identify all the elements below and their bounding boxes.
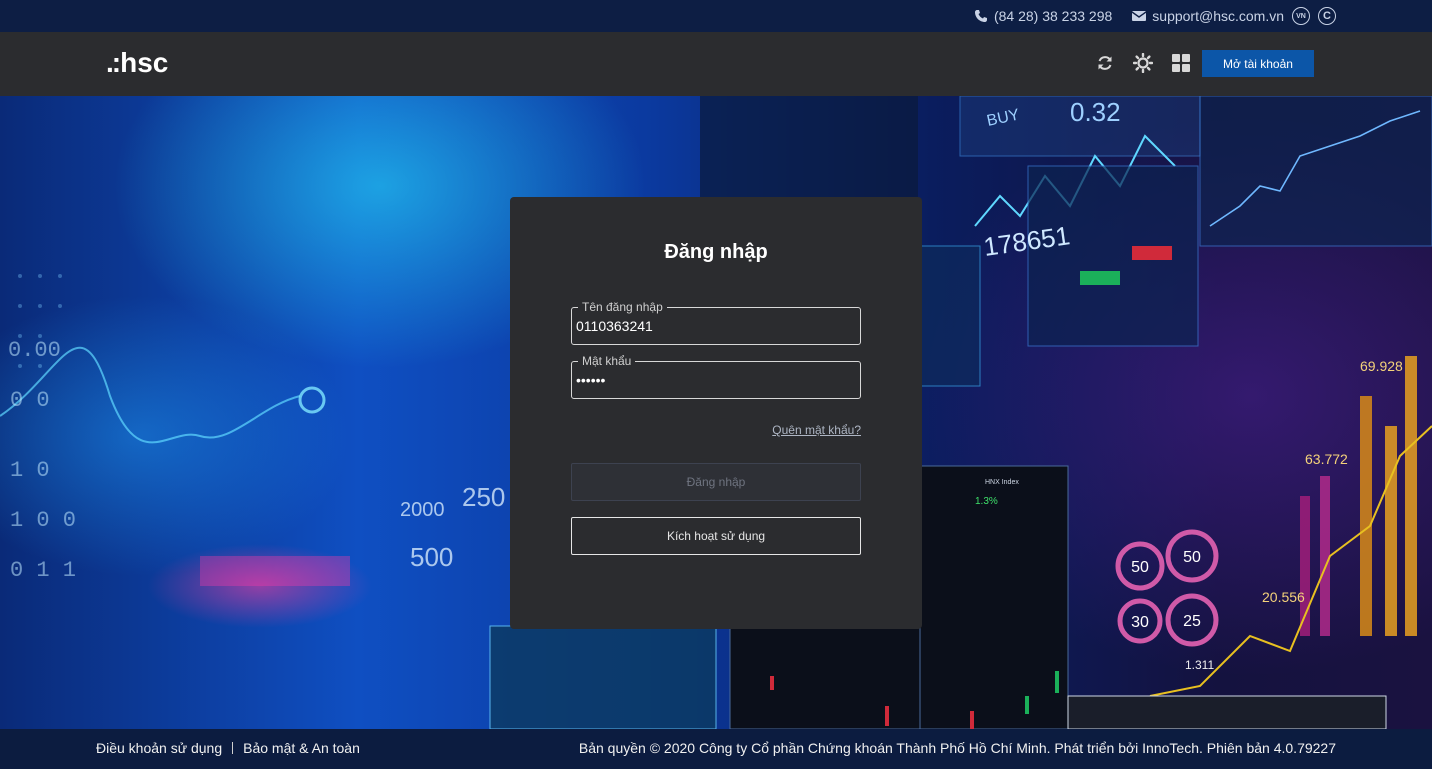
activate-button[interactable]: Kích hoạt sử dụng (571, 517, 861, 555)
svg-text:69.928: 69.928 (1360, 358, 1403, 374)
header-tools (1094, 52, 1192, 74)
copyright-icon[interactable]: C (1318, 7, 1336, 25)
svg-text:2000: 2000 (400, 499, 445, 521)
svg-text:50: 50 (1131, 559, 1149, 576)
footer-divider (232, 742, 234, 754)
login-card: Đăng nhập Tên đăng nhập 0110363241 Mật k… (510, 197, 922, 629)
hsc-logo[interactable]: .:hsc (106, 47, 168, 79)
terms-link[interactable]: Điều khoản sử dụng (96, 740, 222, 756)
svg-text:HNX Index: HNX Index (985, 479, 1019, 486)
svg-text:1 0 0: 1 0 0 (10, 508, 76, 533)
email-address: support@hsc.com.vn (1152, 8, 1284, 24)
open-account-button[interactable]: Mở tài khoản (1202, 50, 1314, 77)
svg-text:30: 30 (1131, 614, 1149, 631)
contact-bar: (84 28) 38 233 298 support@hsc.com.vn VN… (0, 0, 1432, 32)
svg-text:25: 25 (1183, 613, 1201, 630)
brightness-icon[interactable] (1132, 52, 1154, 74)
language-switch[interactable]: VN (1292, 7, 1310, 25)
username-input[interactable]: 0110363241 (576, 318, 653, 334)
svg-text:0.32: 0.32 (1070, 97, 1121, 127)
password-input[interactable]: •••••• (576, 372, 605, 388)
username-field[interactable]: Tên đăng nhập 0110363241 (571, 300, 861, 345)
page-footer: Điều khoản sử dụng Bảo mật & An toàn Bản… (0, 729, 1432, 769)
forgot-password-link[interactable]: Quên mật khẩu? (772, 423, 861, 437)
svg-text:0 0: 0 0 (10, 388, 50, 413)
security-link[interactable]: Bảo mật & An toàn (243, 740, 360, 756)
grid-icon[interactable] (1170, 52, 1192, 74)
svg-text:20.556: 20.556 (1262, 589, 1305, 605)
svg-text:1.311: 1.311 (1185, 658, 1214, 672)
svg-text:63.772: 63.772 (1305, 451, 1348, 467)
password-field[interactable]: Mật khẩu •••••• (571, 354, 861, 399)
footer-links: Điều khoản sử dụng Bảo mật & An toàn (96, 740, 360, 756)
envelope-icon (1132, 9, 1147, 23)
login-button[interactable]: Đăng nhập (571, 463, 861, 501)
email-contact[interactable]: support@hsc.com.vn (1132, 8, 1284, 24)
login-title: Đăng nhập (664, 241, 768, 263)
password-label: Mật khẩu (578, 354, 636, 368)
hero-num-250: 250 (462, 482, 505, 512)
phone-icon (974, 9, 988, 23)
svg-text:500: 500 (410, 542, 453, 572)
svg-text:0 1 1: 0 1 1 (10, 558, 76, 583)
copyright-text: Bản quyền © 2020 Công ty Cổ phần Chứng k… (578, 740, 1336, 756)
phone-number: (84 28) 38 233 298 (993, 8, 1113, 24)
app-header: .:hsc Mở tài khoản (0, 32, 1432, 96)
svg-text:1 0: 1 0 (10, 458, 50, 483)
phone-contact[interactable]: (84 28) 38 233 298 (974, 8, 1112, 24)
svg-text:1.3%: 1.3% (975, 496, 998, 507)
username-label: Tên đăng nhập (578, 300, 667, 314)
refresh-icon[interactable] (1094, 52, 1116, 74)
svg-text:50: 50 (1183, 549, 1201, 566)
svg-text:0.00: 0.00 (8, 338, 61, 363)
